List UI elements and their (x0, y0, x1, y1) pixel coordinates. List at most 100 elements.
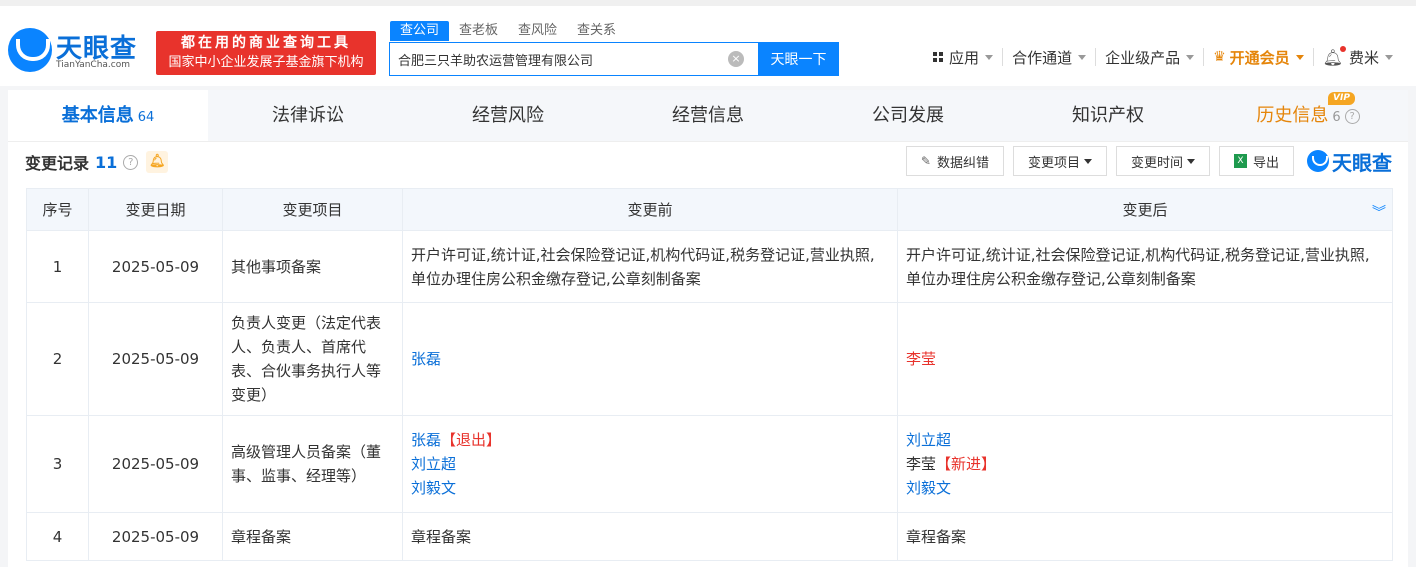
chevron-down-icon (1186, 54, 1195, 60)
table-row: 4 2025-05-09 章程备案 章程备案 章程备案 (26, 512, 1393, 561)
main-panel: 基本信息 64 法律诉讼 经营风险 经营信息 公司发展 知识产权 VIP 历史信息… (8, 90, 1408, 567)
search-box: × 天眼一下 (389, 42, 839, 76)
person-link[interactable]: 李莹 (906, 350, 936, 368)
search-tab-boss[interactable]: 查老板 (449, 21, 508, 41)
search-button[interactable]: 天眼一下 (758, 42, 839, 76)
export-button[interactable]: X 导出 (1218, 146, 1294, 176)
person-link[interactable]: 刘毅文 (411, 479, 456, 497)
col-header-item: 变更项目 (222, 188, 403, 231)
chevron-down-icon (1385, 54, 1393, 60)
person-link[interactable]: 张磊 (411, 431, 441, 449)
monitor-bell-icon[interactable]: 🔔︎ (146, 151, 169, 173)
slogan-line2: 国家中小企业发展子基金旗下机构 (168, 55, 364, 70)
col-header-after: 变更后 ︾ (897, 188, 1393, 231)
person-link[interactable]: 刘毅文 (906, 479, 951, 497)
change-record-table: 序号 变更日期 变更项目 变更前 变更后 ︾ 1 2025-05-09 其他事项… (26, 188, 1393, 561)
cell-after: 章程备案 (897, 512, 1393, 561)
crown-icon: ♛ (1213, 49, 1226, 65)
cell-after: 开户许可证,统计证,社会保险登记证,机构代码证,税务登记证,营业执照,单位办理住… (897, 230, 1393, 303)
caret-down-icon (1186, 158, 1195, 164)
search-tab-company[interactable]: 查公司 (390, 21, 450, 41)
person-link[interactable]: 刘立超 (411, 455, 456, 473)
nav-partner[interactable]: 合作通道 (1003, 48, 1097, 67)
tab-label: 经营风险 (472, 105, 544, 126)
cell-before: 开户许可证,统计证,社会保险登记证,机构代码证,税务登记证,营业执照,单位办理住… (402, 230, 898, 303)
col-header-no: 序号 (26, 188, 89, 231)
slogan-line1: 都在用的商业查询工具 (181, 35, 351, 51)
help-icon[interactable]: ? (1344, 108, 1360, 124)
search-input[interactable] (390, 43, 720, 75)
cell-no: 1 (26, 230, 89, 303)
tab-risk[interactable]: 经营风险 (408, 90, 608, 141)
chevron-down-icon (1295, 54, 1304, 60)
nav-vip[interactable]: ♛ 开通会员 (1204, 48, 1314, 67)
top-header: 天眼查 TianYanCha.com 都在用的商业查询工具 国家中小企业发展子基… (0, 0, 1416, 86)
person-link[interactable]: 张磊 (411, 350, 441, 368)
data-correction-button[interactable]: ✎ 数据纠错 (905, 146, 1004, 176)
brand-watermark-text: 天眼查 (1332, 150, 1392, 175)
bell-icon[interactable]: 🔔︎ (1323, 45, 1347, 67)
data-correction-label: 数据纠错 (936, 155, 989, 171)
table-row: 3 2025-05-09 高级管理人员备案（董事、监事、经理等） 张磊【退出】 … (26, 415, 1393, 513)
tab-count: 6 (1332, 110, 1341, 125)
brand-logo[interactable]: 天眼查 TianYanCha.com (8, 26, 148, 76)
cell-date: 2025-05-09 (88, 302, 223, 416)
help-icon[interactable]: ? (123, 154, 139, 170)
nav-vip-label: 开通会员 (1229, 48, 1290, 67)
cell-no: 2 (26, 302, 89, 416)
tab-label: 历史信息 (1256, 105, 1329, 126)
cell-item: 章程备案 (222, 512, 403, 561)
search-tab-risk[interactable]: 查风险 (508, 21, 567, 41)
tab-history[interactable]: VIP 历史信息 6? (1208, 90, 1408, 141)
nav-apps[interactable]: 应用 (924, 48, 1004, 67)
change-time-label: 变更时间 (1130, 155, 1183, 171)
tab-operation[interactable]: 经营信息 (608, 90, 808, 141)
cell-before: 张磊 (402, 302, 898, 416)
search-tab-relation[interactable]: 查关系 (567, 21, 626, 41)
tab-ip[interactable]: 知识产权 (1008, 90, 1208, 141)
edit-doc-icon: ✎ (920, 154, 931, 168)
nav-enterprise[interactable]: 企业级产品 (1096, 48, 1205, 67)
slogan-banner[interactable]: 都在用的商业查询工具 国家中小企业发展子基金旗下机构 (156, 31, 376, 75)
tab-basic-info[interactable]: 基本信息 64 (8, 90, 208, 141)
nav-user-name: 费米 (1348, 48, 1379, 67)
col-header-before: 变更前 (402, 188, 898, 231)
cell-after: 刘立超 李莹【新进】 刘毅文 (897, 415, 1393, 513)
table-header-row: 序号 变更日期 变更项目 变更前 变更后 ︾ (26, 188, 1393, 231)
tab-legal[interactable]: 法律诉讼 (208, 90, 408, 141)
excel-icon: X (1233, 154, 1247, 168)
person-name: 李莹 (906, 455, 937, 473)
new-tag: 【新进】 (936, 455, 997, 473)
table-row: 2 2025-05-09 负责人变更（法定代表人、负责人、首席代表、合伙事务执行… (26, 302, 1393, 416)
cell-date: 2025-05-09 (88, 230, 223, 303)
expand-icon[interactable]: ︾ (1372, 202, 1386, 222)
clear-icon[interactable]: × (728, 51, 744, 67)
nav-user[interactable]: 🔔︎ 费米 (1314, 45, 1402, 67)
nav-partner-label: 合作通道 (1012, 48, 1073, 67)
brand-domain: TianYanCha.com (56, 60, 131, 70)
person-link[interactable]: 刘立超 (906, 431, 951, 449)
cell-no: 4 (26, 512, 89, 561)
cell-after: 李莹 (897, 302, 1393, 416)
cell-no: 3 (26, 415, 89, 513)
exit-tag: 【退出】 (441, 431, 502, 449)
cell-item: 高级管理人员备案（董事、监事、经理等） (222, 415, 403, 513)
cell-before: 张磊【退出】 刘立超 刘毅文 (402, 415, 898, 513)
tab-label: 经营信息 (672, 105, 744, 126)
cell-item: 负责人变更（法定代表人、负责人、首席代表、合伙事务执行人等变更） (222, 302, 403, 416)
change-time-filter[interactable]: 变更时间 (1115, 146, 1210, 176)
tab-development[interactable]: 公司发展 (808, 90, 1008, 141)
change-item-filter[interactable]: 变更项目 (1012, 146, 1107, 176)
tab-label: 法律诉讼 (272, 105, 344, 126)
change-item-label: 变更项目 (1027, 155, 1080, 171)
tab-label: 基本信息 (61, 105, 134, 126)
tab-label: 公司发展 (872, 105, 944, 126)
export-label: 导出 (1252, 155, 1279, 171)
section-header: 变更记录 11 ? 🔔︎ (25, 150, 169, 174)
top-nav: 应用 合作通道 企业级产品 ♛ 开通会员 🔔︎ 费米 (924, 45, 1402, 67)
logo-mark-icon (8, 28, 52, 72)
section-toolbar: ✎ 数据纠错 变更项目 变更时间 X 导出 天眼查 (905, 146, 1392, 176)
col-header-date: 变更日期 (88, 188, 223, 231)
tab-label: 知识产权 (1072, 105, 1144, 126)
cell-item: 其他事项备案 (222, 230, 403, 303)
